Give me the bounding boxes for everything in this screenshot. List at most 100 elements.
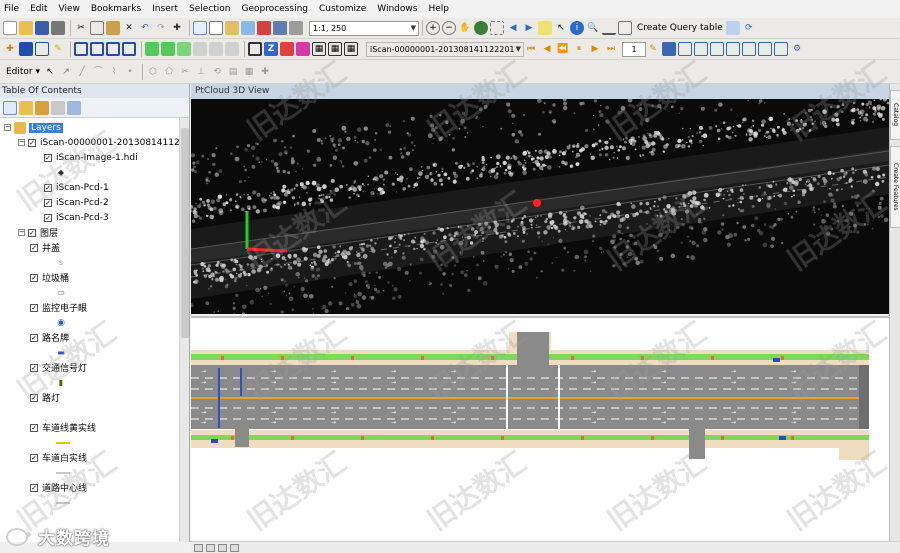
data-view-icon[interactable] bbox=[194, 543, 203, 552]
layer-visibility-checkbox[interactable]: ✓ bbox=[44, 183, 52, 192]
edit-annotation-icon[interactable]: ↗ bbox=[59, 65, 73, 79]
collapse-icon[interactable]: − bbox=[4, 124, 11, 131]
save-icon[interactable] bbox=[35, 21, 49, 35]
list-by-selection-icon[interactable] bbox=[51, 100, 65, 115]
end-point-arc-icon[interactable]: ⌒ bbox=[91, 65, 105, 79]
toc-image-layer[interactable]: ✓ iScan-Image-1.hdi bbox=[0, 150, 189, 165]
menu-windows[interactable]: Windows bbox=[377, 4, 417, 14]
layer-visibility-checkbox[interactable]: ✓ bbox=[28, 138, 36, 147]
toc-root-layers[interactable]: − Layers bbox=[0, 120, 189, 135]
play-icon[interactable]: ▶ bbox=[588, 42, 602, 56]
delete-icon[interactable]: ✕ bbox=[122, 21, 136, 35]
create-query-table-button[interactable]: Create Query table bbox=[637, 23, 723, 33]
layer-blue-icon[interactable] bbox=[19, 42, 33, 56]
previous-extent-icon[interactable]: ◀ bbox=[506, 21, 520, 35]
toc-pcd-layer[interactable]: ✓ iScan-Pcd-1 bbox=[0, 180, 189, 195]
layer-view-icon[interactable] bbox=[35, 42, 49, 56]
grid-4x4-icon[interactable]: ▦ bbox=[328, 42, 342, 56]
dataset-combo[interactable]: iScan-00000001-201308141122201 ▼ bbox=[366, 41, 524, 57]
toc-dataset[interactable]: − ✓ iScan-00000001-201308141122 bbox=[0, 135, 189, 150]
python-icon[interactable] bbox=[273, 21, 287, 35]
split-icon[interactable]: ⊥ bbox=[194, 65, 208, 79]
toc-options-icon[interactable] bbox=[67, 100, 81, 115]
toc-scrollbar[interactable] bbox=[179, 118, 189, 542]
toc-layer[interactable]: ✓ 垃圾桶 bbox=[0, 270, 189, 285]
menu-selection[interactable]: Selection bbox=[189, 4, 230, 14]
toc-layer[interactable]: ✓ 井盖 bbox=[0, 240, 189, 255]
view-3-icon[interactable] bbox=[710, 42, 724, 56]
editor-toolbar-icon[interactable] bbox=[193, 21, 207, 35]
pointcloud-3d-view[interactable] bbox=[191, 99, 889, 314]
map-canvas[interactable]: → → → → → → → → → → → → → → → → → → → → → → → → → → → → → → → → → → → → bbox=[191, 318, 889, 540]
modelbuilder-icon[interactable] bbox=[289, 21, 303, 35]
identify-icon[interactable]: i bbox=[570, 21, 584, 35]
sketch-icon[interactable]: ✎ bbox=[51, 42, 65, 56]
list-by-visibility-icon[interactable] bbox=[35, 100, 49, 115]
z-axis-icon[interactable]: Z bbox=[264, 42, 278, 56]
map-scale-combo[interactable]: 1:1, 250 ▼ bbox=[309, 20, 419, 36]
layer-visibility-checkbox[interactable]: ✓ bbox=[44, 153, 52, 162]
point-icon[interactable]: • bbox=[123, 65, 137, 79]
layer-visibility-checkbox[interactable]: ✓ bbox=[44, 213, 52, 222]
open-folder-icon[interactable] bbox=[19, 21, 33, 35]
green-layer-icon[interactable] bbox=[145, 42, 159, 56]
step-back-icon[interactable]: ◀ bbox=[540, 42, 554, 56]
toc-layer[interactable]: ✓ 交通信号灯 bbox=[0, 360, 189, 375]
view-5-icon[interactable] bbox=[742, 42, 756, 56]
grid-3x3-icon[interactable]: ▦ bbox=[312, 42, 326, 56]
play-first-icon[interactable]: ⏮ bbox=[524, 42, 538, 56]
view-7-icon[interactable] bbox=[774, 42, 788, 56]
toc-layer[interactable]: ✓ 车道线黄实线 bbox=[0, 420, 189, 435]
select-elements-icon[interactable]: ↖ bbox=[554, 21, 568, 35]
pause-icon[interactable]: ⏸ bbox=[572, 42, 586, 56]
add-point-icon[interactable]: ✚ bbox=[3, 42, 17, 56]
rotate-icon[interactable]: ⟲ bbox=[210, 65, 224, 79]
layout-view-icon[interactable] bbox=[206, 543, 215, 552]
menu-bookmarks[interactable]: Bookmarks bbox=[91, 4, 141, 14]
green-layer-3-icon[interactable] bbox=[177, 42, 191, 56]
toc-layer[interactable]: ✓ 道路中心线 bbox=[0, 480, 189, 495]
pause-drawing-icon[interactable] bbox=[230, 543, 239, 552]
grid-dots-icon[interactable]: ▦ bbox=[344, 42, 358, 56]
select-features-icon[interactable] bbox=[538, 21, 552, 35]
select-box-icon[interactable] bbox=[74, 42, 88, 56]
toc-pcd-layer[interactable]: ✓ iScan-Pcd-3 bbox=[0, 210, 189, 225]
create-features-tab[interactable]: Create Features bbox=[890, 146, 900, 228]
create-features-icon[interactable]: ✚ bbox=[258, 65, 272, 79]
catalog-tab[interactable]: Catalog bbox=[890, 90, 900, 140]
refresh-view-icon[interactable] bbox=[218, 543, 227, 552]
layer-visibility-checkbox[interactable]: ✓ bbox=[30, 243, 38, 252]
paste-icon[interactable] bbox=[106, 21, 120, 35]
editor-menu-button[interactable]: Editor ▾ bbox=[6, 67, 40, 77]
new-document-icon[interactable] bbox=[3, 21, 17, 35]
view-4-icon[interactable] bbox=[726, 42, 740, 56]
redo-icon[interactable]: ↷ bbox=[154, 21, 168, 35]
toc-layer[interactable]: ✓ 监控电子眼 bbox=[0, 300, 189, 315]
layer-visibility-checkbox[interactable]: ✓ bbox=[30, 273, 38, 282]
view-6-icon[interactable] bbox=[758, 42, 772, 56]
layer-visibility-checkbox[interactable]: ✓ bbox=[30, 303, 38, 312]
sql-icon[interactable] bbox=[725, 21, 740, 35]
attributes-icon[interactable]: ▤ bbox=[226, 65, 240, 79]
find-icon[interactable]: 🔍 bbox=[586, 21, 600, 35]
table-icon[interactable] bbox=[209, 21, 223, 35]
catalog-icon[interactable] bbox=[225, 21, 239, 35]
collapse-icon[interactable]: − bbox=[18, 139, 25, 146]
straight-segment-icon[interactable]: ╱ bbox=[75, 65, 89, 79]
capture-icon[interactable]: ✎ bbox=[646, 42, 660, 56]
layer-visibility-checkbox[interactable]: ✓ bbox=[28, 228, 36, 237]
menu-edit[interactable]: Edit bbox=[30, 4, 47, 14]
cut-polygon-icon[interactable]: ✂ bbox=[178, 65, 192, 79]
frame-number-input[interactable]: 1 bbox=[622, 41, 646, 57]
elevation-color-icon[interactable] bbox=[280, 42, 294, 56]
menu-geoprocessing[interactable]: Geoprocessing bbox=[241, 4, 308, 14]
step-forward-icon[interactable]: ⏭ bbox=[604, 42, 618, 56]
sketch-properties-icon[interactable]: ▦ bbox=[242, 65, 256, 79]
edit-tool-icon[interactable]: ↖ bbox=[43, 65, 57, 79]
zoom-in-icon[interactable]: + bbox=[426, 21, 440, 35]
layer-visibility-checkbox[interactable]: ✓ bbox=[30, 363, 38, 372]
menu-view[interactable]: View bbox=[59, 4, 80, 14]
fixed-zoom-icon[interactable] bbox=[490, 21, 504, 35]
layer-visibility-checkbox[interactable]: ✓ bbox=[30, 453, 38, 462]
view-1-icon[interactable] bbox=[678, 42, 692, 56]
